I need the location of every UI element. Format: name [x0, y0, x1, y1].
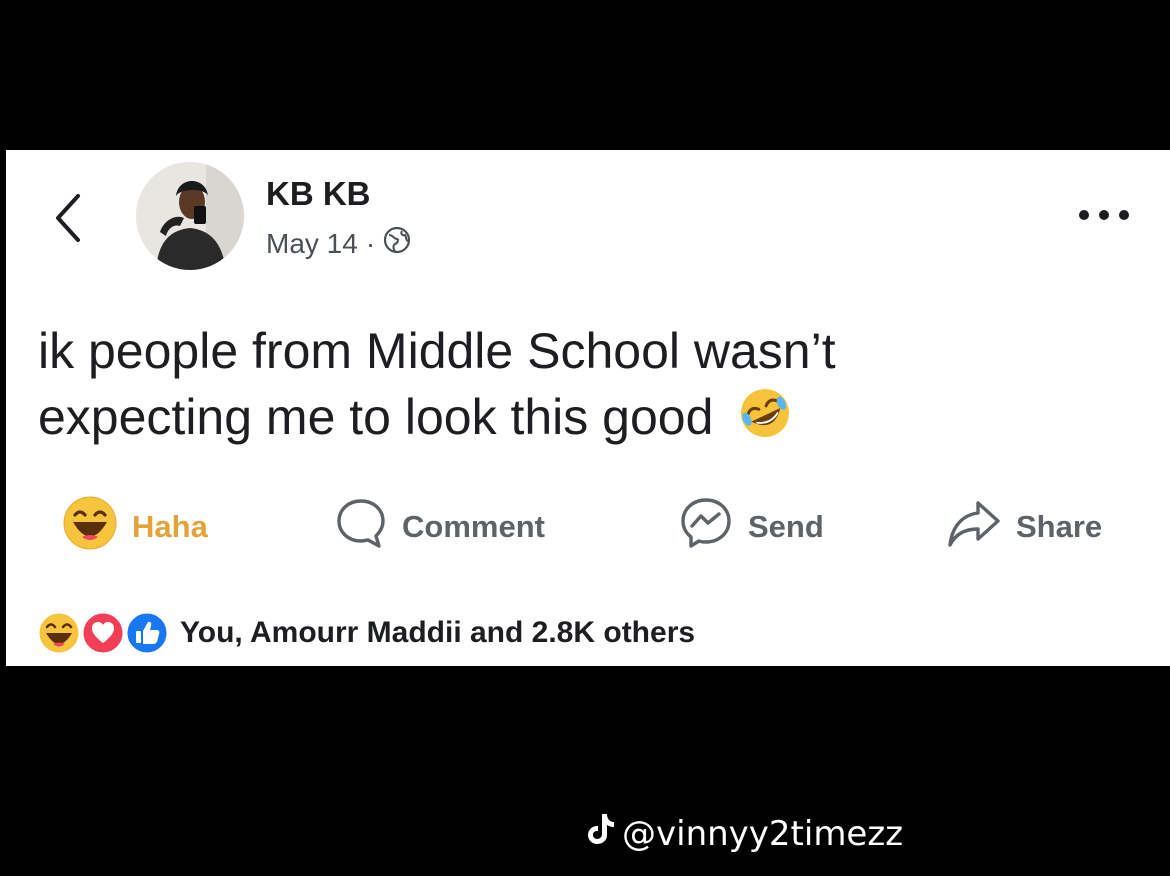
send-label: Send: [748, 509, 824, 544]
haha-reaction-button[interactable]: Haha: [62, 496, 208, 554]
share-label: Share: [1016, 509, 1103, 544]
post-body: ik people from Middle School wasn’t expe…: [38, 318, 1038, 457]
avatar[interactable]: [136, 162, 244, 270]
globe-icon: [383, 226, 411, 261]
comment-label: Comment: [402, 509, 545, 544]
like-icon: [124, 610, 170, 656]
send-button[interactable]: Send: [678, 498, 824, 554]
haha-icon: [36, 610, 82, 656]
meta-separator: ·: [365, 227, 376, 259]
rolling-laughing-emoji-icon: [737, 385, 793, 457]
reactions-summary[interactable]: You, Amourr Maddii and 2.8K others: [36, 610, 695, 656]
back-icon[interactable]: [48, 190, 88, 246]
haha-icon: [62, 495, 118, 559]
watermark: @vinnyy2timezz: [586, 812, 903, 855]
reaction-icons: [36, 610, 170, 656]
post-date[interactable]: May 14: [266, 228, 358, 260]
haha-label: Haha: [132, 509, 208, 544]
share-button[interactable]: Share: [946, 500, 1102, 554]
messenger-icon: [678, 495, 734, 559]
post-meta: May 14 ·: [266, 226, 411, 261]
love-icon: [80, 610, 126, 656]
reactions-summary-text: You, Amourr Maddii and 2.8K others: [180, 616, 696, 649]
more-options-icon[interactable]: [1074, 202, 1134, 228]
post-text: ik people from Middle School wasn’t expe…: [38, 323, 836, 445]
tiktok-icon: [586, 812, 616, 855]
author-name[interactable]: KB KB: [266, 175, 371, 213]
comment-button[interactable]: Comment: [334, 499, 545, 554]
comment-icon: [334, 496, 388, 558]
share-icon: [946, 497, 1002, 557]
watermark-handle: @vinnyy2timezz: [622, 813, 904, 854]
